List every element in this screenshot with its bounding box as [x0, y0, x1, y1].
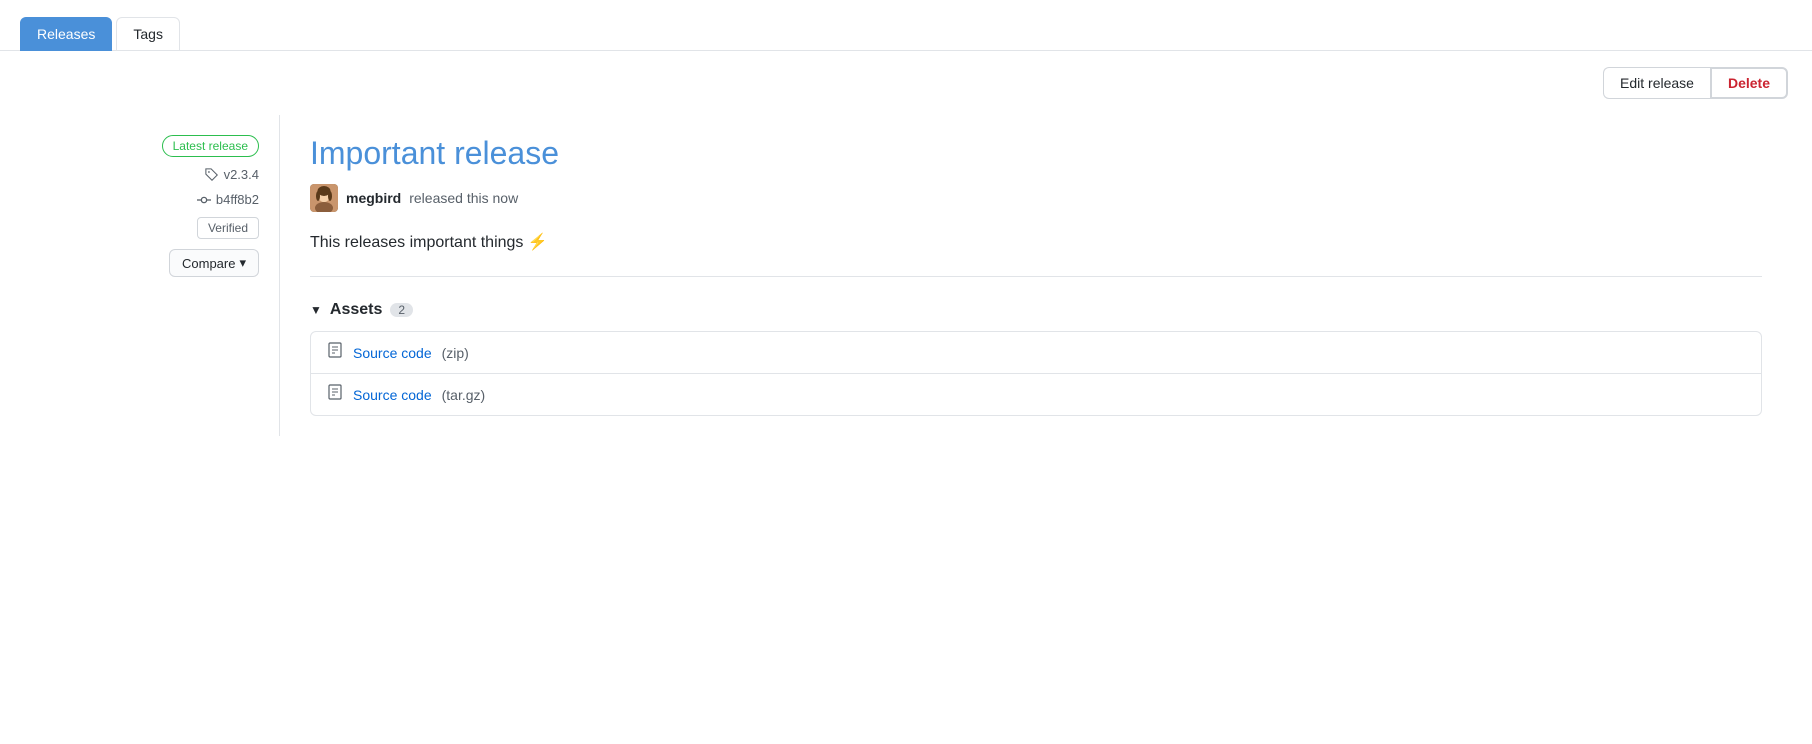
tab-releases[interactable]: Releases — [20, 17, 112, 51]
compare-button[interactable]: Compare ▾ — [169, 249, 259, 277]
commit-info: b4ff8b2 — [197, 192, 259, 207]
assets-count: 2 — [390, 303, 413, 317]
asset-targz-name: Source code — [353, 387, 432, 403]
chevron-down-icon: ▾ — [239, 255, 246, 271]
tag-version: v2.3.4 — [224, 167, 259, 182]
tab-tags[interactable]: Tags — [116, 17, 180, 51]
asset-zip-ext: (zip) — [442, 345, 469, 361]
assets-label: Assets — [330, 301, 382, 319]
release-title: Important release — [310, 135, 1762, 172]
targz-file-icon — [327, 384, 343, 405]
avatar — [310, 184, 338, 212]
asset-zip-name: Source code — [353, 345, 432, 361]
assets-list: Source code (zip) Source code (tar.gz) — [310, 331, 1762, 416]
latest-release-badge: Latest release — [162, 135, 259, 157]
release-meta: megbird released this now — [310, 184, 1762, 212]
asset-targz-ext: (tar.gz) — [442, 387, 486, 403]
sidebar: Latest release v2.3.4 b4ff8b2 Verified C… — [20, 115, 280, 436]
edit-release-button[interactable]: Edit release — [1603, 67, 1710, 99]
release-content: Important release megbird released this … — [280, 115, 1792, 436]
action-bar: Edit release Delete — [0, 51, 1812, 115]
asset-item-targz[interactable]: Source code (tar.gz) — [311, 374, 1761, 415]
tag-info: v2.3.4 — [205, 167, 259, 182]
assets-section: ▼ Assets 2 Source code (zip) — [310, 301, 1762, 416]
release-author: megbird — [346, 190, 401, 206]
assets-chevron-icon: ▼ — [310, 303, 322, 317]
verified-badge: Verified — [197, 217, 259, 239]
top-tabs: Releases Tags — [0, 0, 1812, 51]
tag-icon — [205, 168, 219, 182]
commit-icon — [197, 193, 211, 207]
compare-label: Compare — [182, 256, 235, 271]
release-description: This releases important things ⚡ — [310, 232, 1762, 277]
release-meta-text: released this now — [409, 190, 518, 206]
main-content: Latest release v2.3.4 b4ff8b2 Verified C… — [0, 115, 1812, 436]
delete-button[interactable]: Delete — [1710, 67, 1788, 99]
asset-item-zip[interactable]: Source code (zip) — [311, 332, 1761, 374]
zip-file-icon — [327, 342, 343, 363]
commit-hash: b4ff8b2 — [216, 192, 259, 207]
assets-header: ▼ Assets 2 — [310, 301, 1762, 319]
